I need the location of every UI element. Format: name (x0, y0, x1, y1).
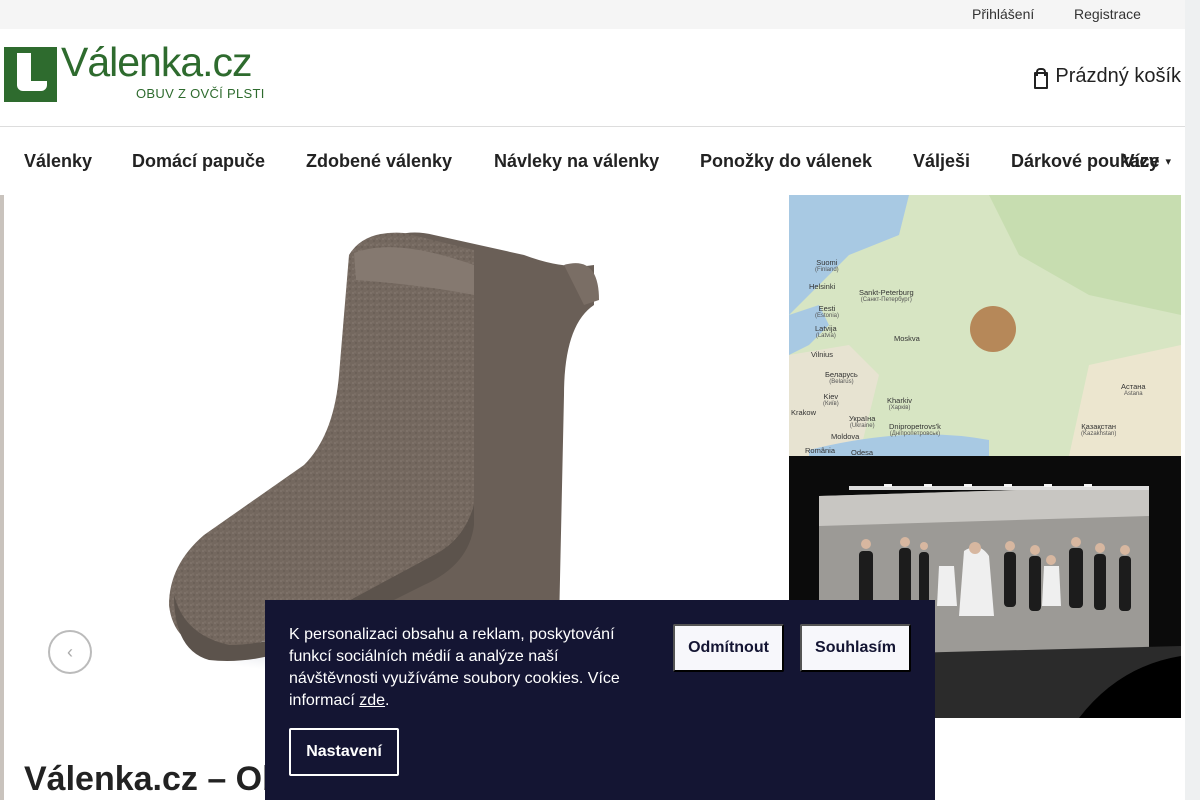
login-link[interactable]: Přihlášení (972, 6, 1034, 22)
nav-item-zdobene-valenky[interactable]: Zdobené válenky (306, 151, 452, 172)
map-label-estonia: Eesti (Estonia) (815, 304, 840, 320)
map-label-dnipro: Dnipropetrovs'k (Дніпропетровськ) (889, 422, 941, 438)
map-image: Suomi (Finland) Helsinki Sankt-Peterburg(… (789, 195, 1181, 456)
nav-item-ponozky[interactable]: Ponožky do válenek (700, 151, 872, 172)
map-label-kharkiv: Kharkiv (Харків) (887, 396, 913, 412)
map-label-kazakhstan: Қазақстан (Kazakhstan) (1081, 422, 1117, 438)
map-label-romania: România (805, 446, 836, 455)
page-title: Válenka.cz – Ob (24, 760, 283, 798)
site-logo[interactable]: Válenka.cz OBUV Z OVČÍ PLSTI (4, 39, 265, 105)
register-link[interactable]: Registrace (1074, 6, 1141, 22)
map-label-helsinki: Helsinki (809, 282, 836, 291)
shopping-bag-icon (1034, 67, 1049, 89)
nav-item-navleky[interactable]: Návleky na válenky (494, 151, 659, 172)
map-label-kiev: Kiev (Київ) (823, 392, 839, 408)
map-label-moldova: Moldova (831, 432, 860, 441)
map-label-astana: Астана Astana (1121, 382, 1146, 398)
cookie-consent-text: K personalizaci obsahu a reklam, poskyto… (289, 626, 620, 709)
page-scrollbar[interactable] (1185, 0, 1200, 800)
map-label-vilnius: Vilnius (811, 350, 833, 359)
cookie-settings-button[interactable]: Nastavení (289, 728, 399, 776)
top-bar: Přihlášení Registrace (0, 0, 1185, 29)
map-label-finland: Suomi (Finland) (815, 258, 839, 274)
nav-item-valjesi[interactable]: Válješi (913, 151, 970, 172)
cookie-accept-button[interactable]: Souhlasím (800, 624, 911, 672)
cart-label: Prázdný košík (1055, 65, 1181, 87)
site-header: Válenka.cz OBUV Z OVČÍ PLSTI Prázdný koš… (0, 29, 1185, 127)
map-label-odesa: Odesa (851, 448, 874, 456)
boot-logo-icon (4, 47, 57, 102)
map-label-st-petersburg: Sankt-Peterburg (Санкт-Петербург) (859, 288, 914, 304)
nav-item-valenky[interactable]: Válenky (24, 151, 92, 172)
map-location-marker (970, 306, 1016, 352)
carousel-prev-button[interactable]: ‹ (48, 630, 92, 674)
map-label-latvia: Latvija (Latvia) (815, 324, 837, 340)
map-label-moscow: Moskva (894, 334, 920, 343)
nav-more-label: Více (1122, 151, 1160, 171)
map-label-belarus: Беларусь (Belarus) (825, 370, 858, 386)
nav-item-domaci-papuce[interactable]: Domácí papuče (132, 151, 265, 172)
logo-tagline: OBUV Z OVČÍ PLSTI (136, 86, 265, 101)
map-label-krakow: Krakow (791, 408, 817, 417)
logo-name: Válenka.cz (61, 39, 253, 85)
chevron-left-icon: ‹ (67, 641, 73, 662)
nav-more-button[interactable]: Více ▾ (1122, 151, 1171, 172)
chevron-down-icon: ▾ (1165, 156, 1171, 168)
main-navigation: Válenky Domácí papuče Zdobené válenky Ná… (0, 127, 1185, 195)
cookie-consent-banner: K personalizaci obsahu a reklam, poskyto… (265, 600, 935, 800)
cookie-decline-button[interactable]: Odmítnout (673, 624, 784, 672)
cookie-info-link[interactable]: zde (359, 692, 385, 709)
map-label-ukraine: Україна (Ukraine) (849, 414, 876, 430)
cart-button[interactable]: Prázdný košík (1034, 65, 1181, 89)
